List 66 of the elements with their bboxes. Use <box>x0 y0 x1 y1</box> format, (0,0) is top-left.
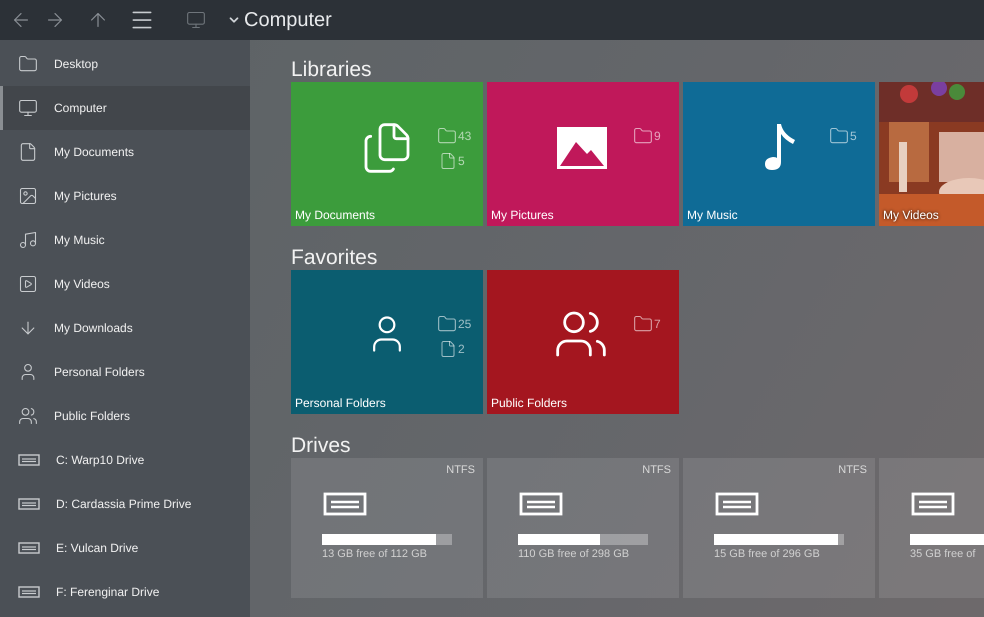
file-count: 2 <box>458 342 465 356</box>
file-icon <box>439 340 457 358</box>
drive-icon <box>18 542 40 554</box>
music-note-icon <box>18 230 38 250</box>
sidebar-item[interactable]: F: Ferenginar Drive <box>0 570 250 614</box>
folder-count: 25 <box>458 317 472 331</box>
sidebar-item[interactable]: My Videos <box>0 262 250 306</box>
sidebar-item[interactable]: D: Cardassia Prime Drive <box>0 482 250 526</box>
drive-icon <box>910 492 956 516</box>
sidebar-item[interactable]: E: Vulcan Drive <box>0 526 250 570</box>
tile-label: My Music <box>687 208 738 222</box>
image-icon <box>18 186 38 206</box>
sidebar-item[interactable]: My Music <box>0 218 250 262</box>
tile-label: My Pictures <box>491 208 554 222</box>
library-tile[interactable]: 7 Public Folders <box>487 270 679 414</box>
folder-icon <box>633 126 653 146</box>
folder-icon <box>437 126 457 146</box>
tile-label: Public Folders <box>491 396 568 410</box>
folder-count: 5 <box>850 129 857 143</box>
folder-count: 43 <box>458 129 472 143</box>
drive-icon <box>18 498 40 510</box>
library-tile[interactable]: 9 My Pictures <box>487 82 679 226</box>
monitor-icon <box>186 10 206 30</box>
free-space-text: 35 GB free of <box>910 548 976 560</box>
file-icon <box>439 152 457 170</box>
folder-icon <box>18 54 38 74</box>
tile-label: Personal Folders <box>295 396 386 410</box>
folder-count: 7 <box>654 317 661 331</box>
filesystem-label: NTFS <box>642 464 671 476</box>
sidebar-item[interactable]: My Pictures <box>0 174 250 218</box>
file-count: 5 <box>458 154 465 168</box>
drive-icon <box>518 492 564 516</box>
folder-icon <box>437 314 457 334</box>
sidebar-item[interactable]: Personal Folders <box>0 350 250 394</box>
library-tile[interactable]: 25 2 Personal Folders <box>291 270 483 414</box>
free-space-text: 15 GB free of 296 GB <box>714 548 820 560</box>
sidebar-item[interactable]: Public Folders <box>0 394 250 438</box>
image-icon <box>556 126 608 170</box>
tile-label: My Videos <box>883 208 939 222</box>
tile-label: My Documents <box>295 208 376 222</box>
folder-icon <box>633 314 653 334</box>
drive-icon <box>322 492 368 516</box>
location-title: Computer <box>244 8 332 32</box>
monitor-icon <box>18 98 38 118</box>
filesystem-label: NTFS <box>838 464 867 476</box>
library-tile[interactable]: 5 My Music <box>683 82 875 226</box>
people-icon <box>18 406 38 426</box>
sidebar-item[interactable]: My Documents <box>0 130 250 174</box>
document-icon <box>18 142 38 162</box>
filesystem-label: NTFS <box>446 464 475 476</box>
sidebar-item[interactable]: Computer <box>0 86 250 130</box>
free-space-text: 13 GB free of 112 GB <box>322 548 427 560</box>
sidebar-item[interactable]: Desktop <box>0 42 250 86</box>
folder-count: 9 <box>654 129 661 143</box>
drive-icon <box>18 586 40 598</box>
sidebar-item[interactable]: My Downloads <box>0 306 250 350</box>
drive-icon <box>18 454 40 466</box>
sidebar-item[interactable]: C: Warp10 Drive <box>0 438 250 482</box>
library-tile[interactable]: My Videos <box>879 82 984 226</box>
section-heading: Drives <box>291 434 352 458</box>
section-heading: Favorites <box>291 246 378 270</box>
folder-icon <box>829 126 849 146</box>
section-heading: Libraries <box>291 58 373 82</box>
play-icon <box>18 274 38 294</box>
drive-icon <box>714 492 760 516</box>
free-space-text: 110 GB free of 298 GB <box>518 548 630 560</box>
